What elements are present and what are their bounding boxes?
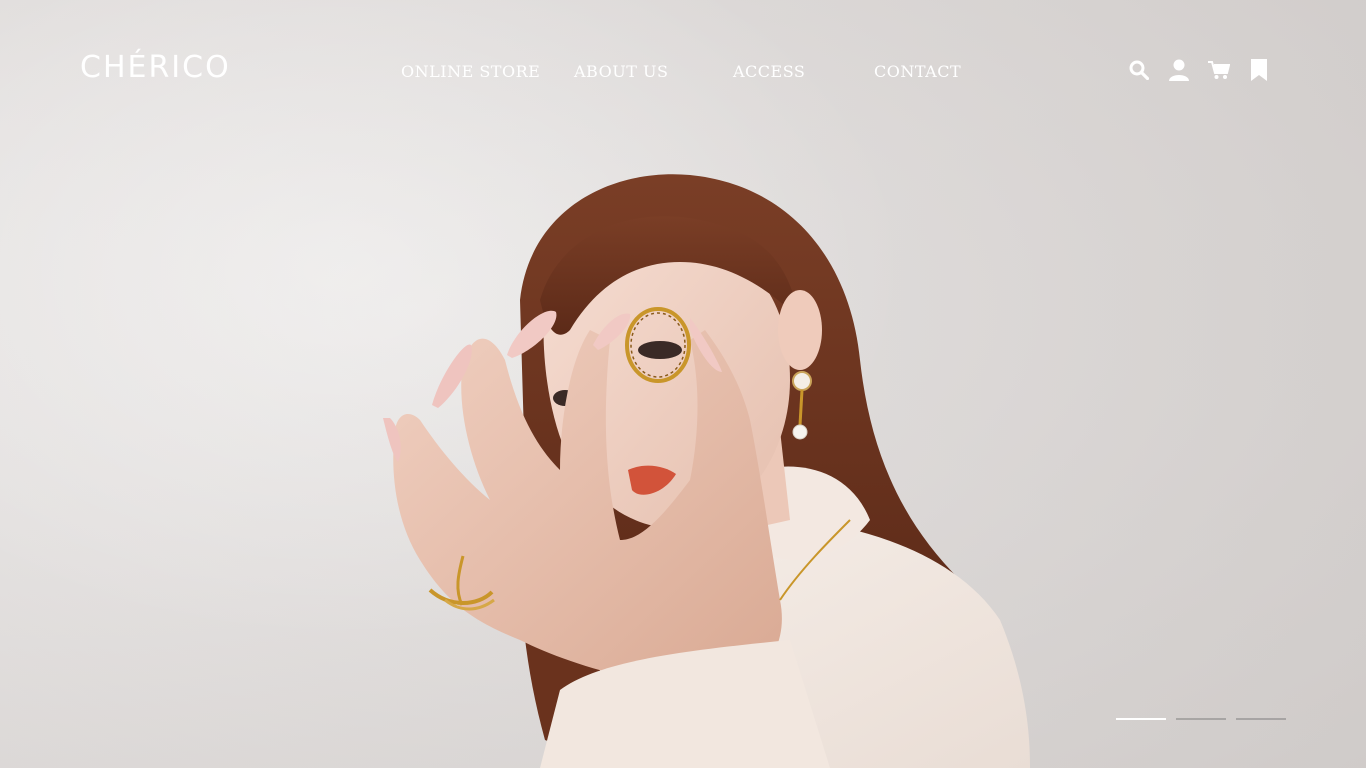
bookmark-icon[interactable] bbox=[1248, 59, 1270, 81]
site-header: CHÉRICO ONLINE STORE ABOUT US ACCESS CON… bbox=[0, 0, 1366, 140]
nav-contact[interactable]: CONTACT bbox=[874, 62, 961, 82]
slide-indicator-1[interactable] bbox=[1116, 718, 1166, 720]
nav-about-us[interactable]: ABOUT US bbox=[574, 62, 668, 82]
search-icon[interactable] bbox=[1128, 59, 1150, 81]
header-icons bbox=[1128, 58, 1270, 82]
cart-icon[interactable] bbox=[1208, 59, 1230, 81]
slide-indicator-3[interactable] bbox=[1236, 718, 1286, 720]
nav-access[interactable]: ACCESS bbox=[733, 62, 805, 82]
slide-indicators bbox=[1116, 718, 1286, 720]
nav-online-store[interactable]: ONLINE STORE bbox=[401, 62, 540, 82]
slide-indicator-2[interactable] bbox=[1176, 718, 1226, 720]
account-icon[interactable] bbox=[1168, 59, 1190, 81]
